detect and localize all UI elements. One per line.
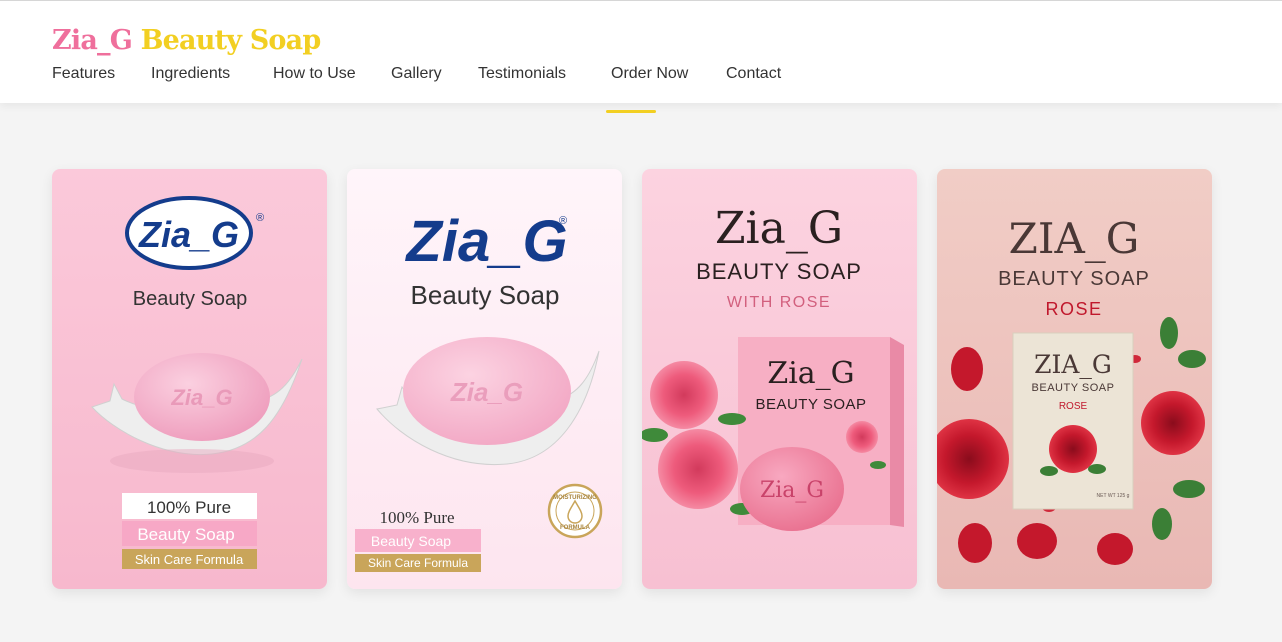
active-nav-indicator xyxy=(606,110,656,113)
product-image-2: Zia_G ® Beauty Soap Zia_G 100% Pure Beau… xyxy=(347,169,622,589)
card2-subtitle: Beauty Soap xyxy=(411,280,560,310)
brand-tagline: Beauty Soap xyxy=(140,25,322,56)
card3-line2: WITH ROSE xyxy=(727,294,831,311)
product-image-3: Zia_G BEAUTY SOAP WITH ROSE Zia_G BEAUTY… xyxy=(642,169,917,589)
registered-mark: ® xyxy=(256,212,264,224)
site-header: Zia_G Beauty Soap Features Ingredients H… xyxy=(0,0,1282,103)
card3-line1: BEAUTY SOAP xyxy=(696,259,862,284)
product-image-1: Zia_G ® Beauty Soap Zia_G 100% Pure Beau… xyxy=(52,169,327,589)
box-variant: ROSE xyxy=(1059,401,1088,412)
nav-ingredients[interactable]: Ingredients xyxy=(151,65,230,83)
gallery-card-3[interactable]: Zia_G BEAUTY SOAP WITH ROSE Zia_G BEAUTY… xyxy=(642,169,917,589)
seal-top-text: MOISTURIZING xyxy=(553,495,597,501)
soap-emboss: Zia_G xyxy=(170,385,232,410)
card4-logo: ZIA_G xyxy=(1009,214,1140,263)
brand-name: Zia_G xyxy=(52,25,133,56)
product-image-4: ZIA_G BEAUTY SOAP ROSE ZIA_G BEAUTY SOAP… xyxy=(937,169,1212,589)
gallery-card-4[interactable]: ZIA_G BEAUTY SOAP ROSE ZIA_G BEAUTY SOAP… xyxy=(937,169,1212,589)
card2-tag3: Skin Care Formula xyxy=(368,556,468,570)
gallery-card-1[interactable]: Zia_G ® Beauty Soap Zia_G 100% Pure Beau… xyxy=(52,169,327,589)
card4-line2: ROSE xyxy=(1045,299,1102,319)
card1-tag3: Skin Care Formula xyxy=(135,552,244,567)
registered-mark: ® xyxy=(559,215,567,227)
box-title: Zia_G xyxy=(767,356,854,391)
nav-testimonials[interactable]: Testimonials xyxy=(478,65,566,83)
nav-gallery[interactable]: Gallery xyxy=(391,65,442,83)
card2-tag2: Beauty Soap xyxy=(371,533,451,549)
card2-logo: Zia_G xyxy=(404,209,567,274)
nav-order-now[interactable]: Order Now xyxy=(611,65,688,83)
box-subtitle: BEAUTY SOAP xyxy=(755,396,866,413)
card1-tag2: Beauty Soap xyxy=(137,525,234,544)
card2-tag1: 100% Pure xyxy=(379,508,454,527)
seal-bottom-text: FORMULA xyxy=(560,525,591,531)
card1-logo: Zia_G xyxy=(138,214,239,255)
brand-logo[interactable]: Zia_G Beauty Soap xyxy=(52,25,322,56)
nav-how-to-use[interactable]: How to Use xyxy=(273,65,356,83)
box-subtitle: BEAUTY SOAP xyxy=(1032,382,1115,394)
box-title: ZIA_G xyxy=(1034,350,1112,379)
nav-contact[interactable]: Contact xyxy=(726,65,781,83)
soap-text: Zia_G xyxy=(760,478,824,503)
box-weight: NET WT 125 g xyxy=(1097,493,1130,499)
nav-features[interactable]: Features xyxy=(52,65,115,83)
soap-emboss: Zia_G xyxy=(450,377,523,407)
card1-tag1: 100% Pure xyxy=(147,498,231,517)
gallery-card-2[interactable]: Zia_G ® Beauty Soap Zia_G 100% Pure Beau… xyxy=(347,169,622,589)
card3-logo: Zia_G xyxy=(715,203,843,254)
card4-line1: BEAUTY SOAP xyxy=(998,268,1150,290)
card1-subtitle: Beauty Soap xyxy=(133,288,248,310)
